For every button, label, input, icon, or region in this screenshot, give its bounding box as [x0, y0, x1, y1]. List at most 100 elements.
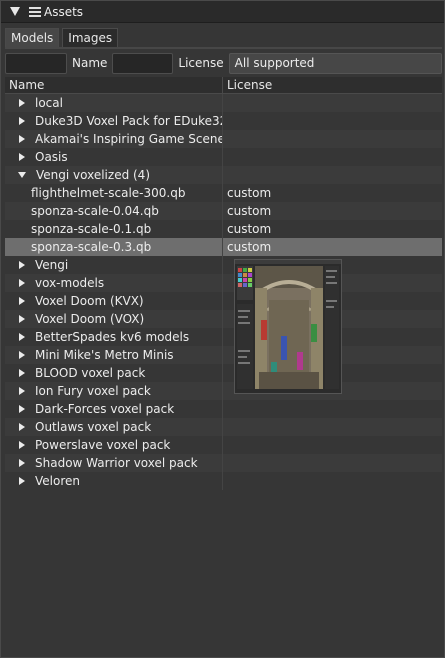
name-cell: Duke3D Voxel Pack for EDuke32: [5, 112, 223, 130]
row-name-label: Vengi: [35, 258, 69, 272]
name-cell: Veloren: [5, 472, 223, 490]
table-row[interactable]: sponza-scale-0.04.qb custom: [5, 202, 442, 220]
name-cell: Vengi: [5, 256, 223, 274]
name-cell: Akamai's Inspiring Game Scenes: [5, 130, 223, 148]
chevron-right-icon[interactable]: [19, 423, 25, 431]
tree-group-row[interactable]: Powerslave voxel pack: [5, 436, 442, 454]
name-cell: flighthelmet-scale-300.qb: [5, 184, 223, 202]
tree-group-row[interactable]: Outlaws voxel pack: [5, 418, 442, 436]
tree-group-row[interactable]: Ion Fury voxel pack: [5, 382, 442, 400]
chevron-right-icon[interactable]: [19, 297, 25, 305]
license-select[interactable]: All supported: [228, 52, 442, 74]
name-cell: Shadow Warrior voxel pack: [5, 454, 223, 472]
tree-group-row[interactable]: BLOOD voxel pack: [5, 364, 442, 382]
row-name-label: BLOOD voxel pack: [35, 366, 146, 380]
chevron-right-icon[interactable]: [19, 441, 25, 449]
table-row[interactable]: sponza-scale-0.3.qb custom: [5, 238, 442, 256]
row-name-label: BetterSpades kv6 models: [35, 330, 190, 344]
row-name-label: vox-models: [35, 276, 105, 290]
table-body: local Duke3D Voxel Pack for EDuke32 Akamai…: [5, 94, 442, 490]
row-name-label: local: [35, 96, 63, 110]
row-name-label: flighthelmet-scale-300.qb: [31, 186, 186, 200]
panel-title: Assets: [44, 4, 84, 19]
row-name-label: sponza-scale-0.3.qb: [31, 240, 152, 254]
name-cell: sponza-scale-0.1.qb: [5, 220, 223, 238]
name-cell: Vengi voxelized (4): [5, 166, 223, 184]
row-name-label: sponza-scale-0.04.qb: [31, 204, 159, 218]
chevron-right-icon[interactable]: [19, 369, 25, 377]
chevron-right-icon[interactable]: [19, 351, 25, 359]
name-cell: Dark-Forces voxel pack: [5, 400, 223, 418]
chevron-right-icon[interactable]: [19, 279, 25, 287]
tree-group-row[interactable]: Vengi: [5, 256, 442, 274]
tree-group-row[interactable]: Vengi voxelized (4): [5, 166, 442, 184]
chevron-right-icon[interactable]: [19, 477, 25, 485]
tree-group-row[interactable]: Oasis: [5, 148, 442, 166]
chevron-right-icon[interactable]: [19, 315, 25, 323]
name-cell: local: [5, 94, 223, 112]
chevron-right-icon[interactable]: [19, 333, 25, 341]
tab-models[interactable]: Models: [5, 28, 60, 48]
row-name-label: Duke3D Voxel Pack for EDuke32: [35, 114, 223, 128]
row-name-label: sponza-scale-0.1.qb: [31, 222, 152, 236]
name-cell: sponza-scale-0.04.qb: [5, 202, 223, 220]
name-input[interactable]: [112, 52, 174, 74]
search-input[interactable]: [5, 52, 67, 74]
tree-group-row[interactable]: Mini Mike's Metro Minis: [5, 346, 442, 364]
row-name-label: Akamai's Inspiring Game Scenes: [35, 132, 223, 146]
tree-group-row[interactable]: Dark-Forces voxel pack: [5, 400, 442, 418]
row-name-label: Voxel Doom (VOX): [35, 312, 145, 326]
chevron-right-icon[interactable]: [19, 135, 25, 143]
chevron-right-icon[interactable]: [19, 387, 25, 395]
tree-group-row[interactable]: local: [5, 94, 442, 112]
row-name-label: Dark-Forces voxel pack: [35, 402, 175, 416]
tree-group-row[interactable]: Shadow Warrior voxel pack: [5, 454, 442, 472]
tab-images[interactable]: Images: [62, 28, 119, 48]
chevron-right-icon[interactable]: [19, 117, 25, 125]
row-name-label: Ion Fury voxel pack: [35, 384, 151, 398]
chevron-right-icon[interactable]: [19, 459, 25, 467]
name-cell: sponza-scale-0.3.qb: [5, 238, 223, 256]
chevron-down-icon[interactable]: [18, 172, 26, 178]
assets-panel: Assets Models Images Name License All su…: [0, 0, 445, 658]
license-cell: custom: [227, 222, 272, 236]
row-name-label: Shadow Warrior voxel pack: [35, 456, 198, 470]
chevron-right-icon[interactable]: [19, 261, 25, 269]
name-cell: Outlaws voxel pack: [5, 418, 223, 436]
name-cell: BetterSpades kv6 models: [5, 328, 223, 346]
name-cell: Voxel Doom (KVX): [5, 292, 223, 310]
row-name-label: Vengi voxelized (4): [36, 168, 150, 182]
filter-bar: Name License All supported: [5, 52, 442, 74]
license-cell: custom: [227, 204, 272, 218]
name-cell: Powerslave voxel pack: [5, 436, 223, 454]
column-header-name[interactable]: Name: [5, 77, 223, 93]
tree-group-row[interactable]: Voxel Doom (KVX): [5, 292, 442, 310]
collapse-triangle-icon[interactable]: [10, 7, 20, 16]
name-cell: Oasis: [5, 148, 223, 166]
tree-group-row[interactable]: BetterSpades kv6 models: [5, 328, 442, 346]
license-label: License: [178, 56, 224, 70]
tree-group-row[interactable]: Akamai's Inspiring Game Scenes: [5, 130, 442, 148]
table-row[interactable]: flighthelmet-scale-300.qb custom: [5, 184, 442, 202]
row-name-label: Voxel Doom (KVX): [35, 294, 144, 308]
tree-group-row[interactable]: Veloren: [5, 472, 442, 490]
tab-underline: [5, 47, 442, 49]
tree-group-row[interactable]: vox-models: [5, 274, 442, 292]
panel-titlebar[interactable]: Assets: [1, 1, 444, 23]
chevron-right-icon[interactable]: [19, 405, 25, 413]
chevron-right-icon[interactable]: [19, 153, 25, 161]
assets-table: Name License local Duke3D Voxel Pack for …: [5, 77, 442, 490]
tab-bar: Models Images: [5, 28, 119, 48]
license-cell: custom: [227, 240, 272, 254]
list-icon: [29, 6, 41, 17]
row-name-label: Outlaws voxel pack: [35, 420, 152, 434]
tree-group-row[interactable]: Voxel Doom (VOX): [5, 310, 442, 328]
row-name-label: Veloren: [35, 474, 80, 488]
name-cell: Voxel Doom (VOX): [5, 310, 223, 328]
chevron-right-icon[interactable]: [19, 99, 25, 107]
tree-group-row[interactable]: Duke3D Voxel Pack for EDuke32: [5, 112, 442, 130]
name-cell: Ion Fury voxel pack: [5, 382, 223, 400]
name-cell: vox-models: [5, 274, 223, 292]
column-header-license[interactable]: License: [223, 77, 442, 93]
table-row[interactable]: sponza-scale-0.1.qb custom: [5, 220, 442, 238]
